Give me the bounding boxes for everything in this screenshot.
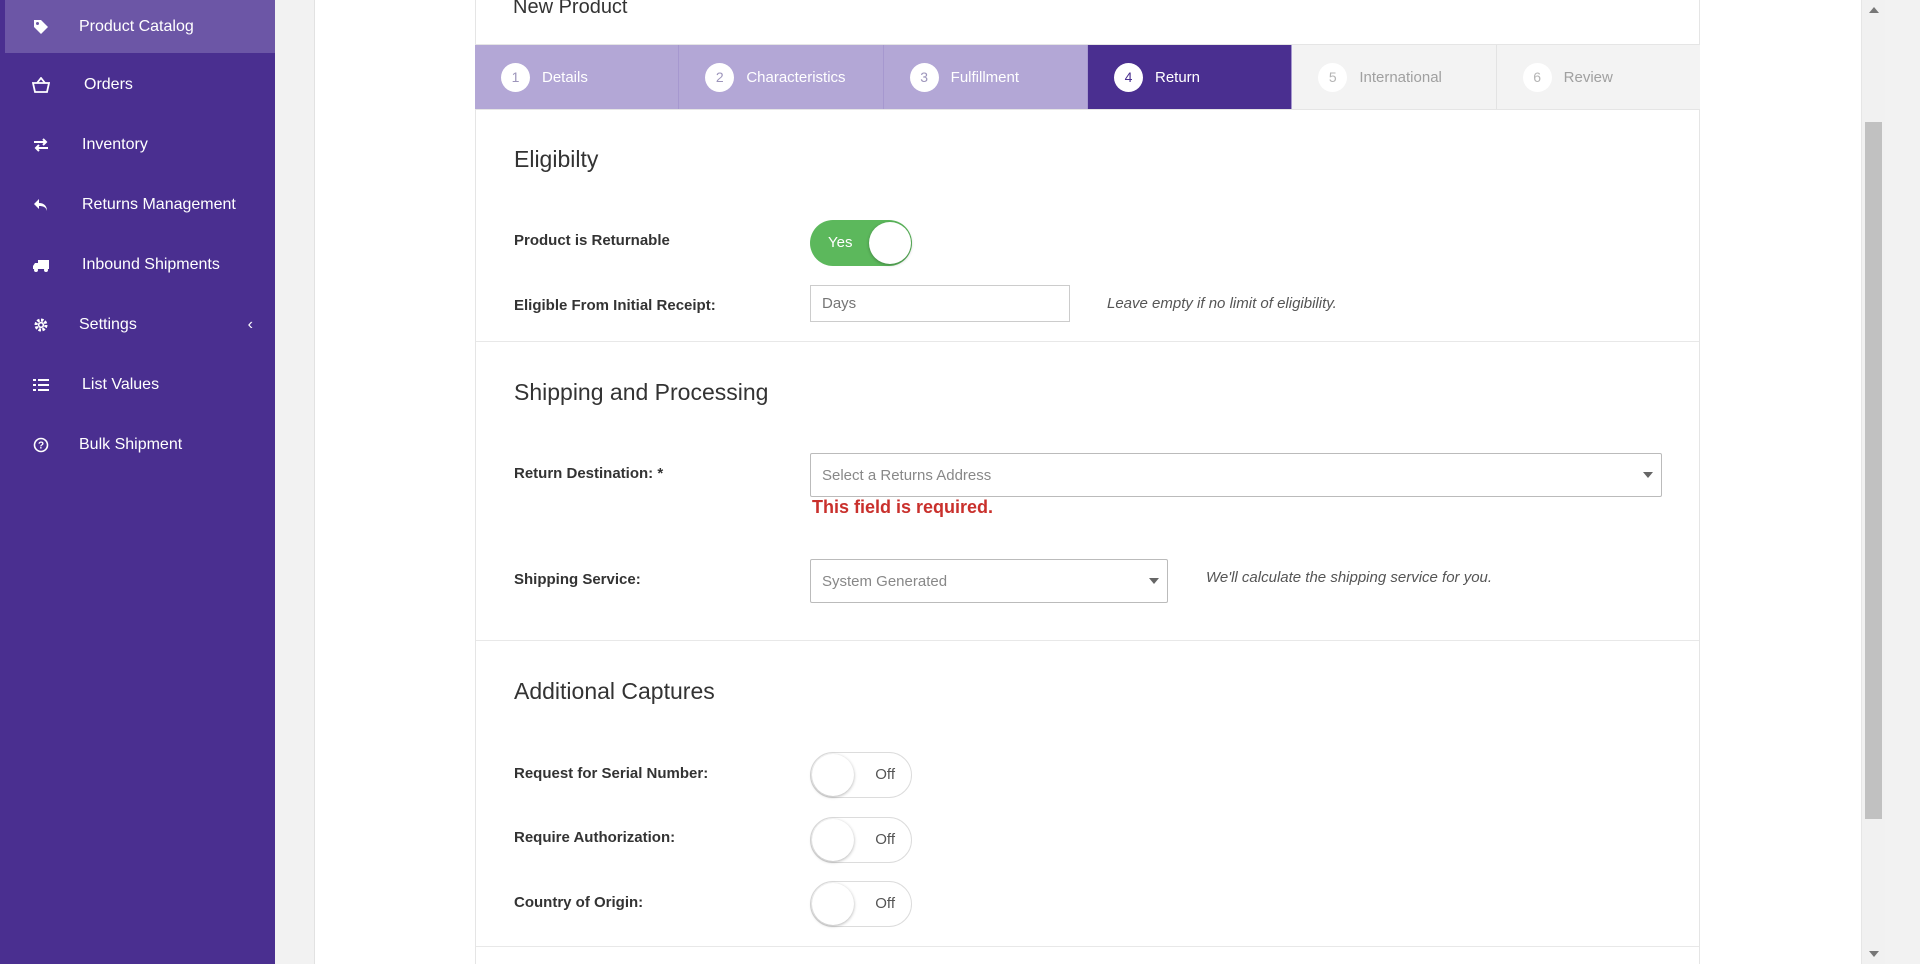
step-label: Details bbox=[542, 68, 588, 86]
select-value: System Generated bbox=[822, 572, 948, 590]
toggle-knob bbox=[869, 222, 911, 264]
toggle-knob bbox=[812, 819, 854, 861]
sidebar-item-settings[interactable]: Settings ‹ bbox=[5, 298, 275, 351]
toggle-text: Off bbox=[875, 766, 895, 783]
sidebar-item-label: Bulk Shipment bbox=[79, 435, 183, 453]
wizard-steps: 1 Details 2 Characteristics 3 Fulfillmen… bbox=[475, 44, 1700, 110]
scrollbar-thumb[interactable] bbox=[1865, 122, 1882, 819]
toggle-knob bbox=[812, 754, 854, 796]
list-icon bbox=[29, 373, 53, 397]
sidebar-item-label: Product Catalog bbox=[79, 17, 194, 35]
basket-icon bbox=[29, 73, 53, 97]
eligible-help-text: Leave empty if no limit of eligibility. bbox=[1107, 295, 1337, 312]
step-number: 6 bbox=[1522, 62, 1552, 92]
step-number: 3 bbox=[909, 62, 939, 92]
sidebar: Product Catalog Orders Inventory Returns… bbox=[0, 0, 275, 964]
select-placeholder: Select a Returns Address bbox=[822, 466, 992, 484]
sidebar-item-orders[interactable]: Orders bbox=[5, 58, 275, 111]
sidebar-item-label: Settings bbox=[79, 315, 137, 333]
serial-number-toggle[interactable]: Off bbox=[810, 752, 912, 798]
toggle-text: Yes bbox=[828, 234, 853, 251]
caret-down-icon bbox=[1643, 472, 1653, 478]
right-margin bbox=[1885, 0, 1920, 964]
section-title-captures: Additional Captures bbox=[514, 678, 715, 704]
vertical-scrollbar[interactable] bbox=[1861, 0, 1885, 964]
divider bbox=[476, 946, 1699, 947]
sidebar-item-label: Inventory bbox=[82, 135, 148, 153]
shipping-service-select[interactable]: System Generated bbox=[810, 559, 1168, 603]
require-authorization-toggle[interactable]: Off bbox=[810, 817, 912, 863]
shipping-service-label: Shipping Service: bbox=[514, 571, 641, 588]
step-label: Return bbox=[1154, 68, 1201, 86]
section-title-shipping: Shipping and Processing bbox=[514, 379, 769, 405]
sidebar-item-inventory[interactable]: Inventory bbox=[5, 118, 275, 171]
sidebar-item-list-values[interactable]: List Values bbox=[5, 358, 275, 411]
country-of-origin-toggle[interactable]: Off bbox=[810, 881, 912, 927]
sidebar-item-label: Orders bbox=[84, 75, 133, 93]
country-of-origin-label: Country of Origin: bbox=[514, 894, 644, 911]
scroll-down-icon[interactable] bbox=[1869, 951, 1879, 957]
returnable-label: Product is Returnable bbox=[514, 232, 670, 249]
step-fulfillment[interactable]: 3 Fulfillment bbox=[883, 45, 1088, 109]
step-number: 5 bbox=[1318, 62, 1348, 92]
sidebar-item-label: Returns Management bbox=[82, 195, 236, 213]
scroll-up-icon[interactable] bbox=[1869, 7, 1879, 13]
page-title: New Product bbox=[513, 0, 628, 18]
svg-text:?: ? bbox=[38, 440, 44, 451]
step-details[interactable]: 1 Details bbox=[475, 45, 680, 109]
truck-icon bbox=[29, 253, 53, 277]
toggle-text: Off bbox=[875, 895, 895, 912]
sidebar-item-returns-management[interactable]: Returns Management bbox=[5, 178, 275, 231]
step-international[interactable]: 5 International bbox=[1292, 45, 1497, 109]
step-number: 1 bbox=[501, 62, 530, 92]
step-label: Characteristics bbox=[746, 68, 846, 86]
step-review[interactable]: 6 Review bbox=[1496, 45, 1700, 109]
step-number: 4 bbox=[1113, 62, 1143, 92]
caret-down-icon bbox=[1149, 578, 1159, 584]
toggle-text: Off bbox=[875, 831, 895, 848]
sidebar-item-inbound-shipments[interactable]: Inbound Shipments bbox=[5, 238, 275, 291]
step-characteristics[interactable]: 2 Characteristics bbox=[679, 45, 884, 109]
returnable-toggle[interactable]: Yes bbox=[810, 220, 912, 266]
step-return[interactable]: 4 Return bbox=[1087, 45, 1293, 109]
eligible-days-input[interactable] bbox=[810, 285, 1070, 322]
step-label: International bbox=[1359, 68, 1442, 86]
gear-icon bbox=[29, 313, 53, 337]
exchange-icon bbox=[29, 133, 53, 157]
step-label: Fulfillment bbox=[950, 68, 1020, 86]
divider bbox=[476, 341, 1699, 342]
reply-icon bbox=[29, 193, 53, 217]
question-circle-icon: ? bbox=[29, 433, 53, 457]
section-title-eligibility: Eligibilty bbox=[514, 146, 599, 172]
toggle-knob bbox=[812, 883, 854, 925]
sidebar-item-label: List Values bbox=[82, 375, 160, 393]
step-label: Review bbox=[1563, 68, 1613, 86]
tag-icon bbox=[29, 15, 53, 39]
chevron-left-icon: ‹ bbox=[247, 315, 253, 333]
eligible-from-label: Eligible From Initial Receipt: bbox=[514, 297, 716, 314]
return-destination-select[interactable]: Select a Returns Address bbox=[810, 453, 1662, 497]
sidebar-item-product-catalog[interactable]: Product Catalog bbox=[5, 0, 275, 53]
sidebar-item-bulk-shipment[interactable]: ? Bulk Shipment bbox=[5, 418, 275, 471]
divider bbox=[476, 640, 1699, 641]
sidebar-item-label: Inbound Shipments bbox=[82, 255, 220, 273]
step-number: 2 bbox=[705, 62, 735, 92]
shipping-help-text: We'll calculate the shipping service for… bbox=[1206, 569, 1493, 586]
serial-number-label: Request for Serial Number: bbox=[514, 765, 709, 782]
require-authorization-label: Require Authorization: bbox=[514, 829, 676, 846]
return-destination-label: Return Destination: * bbox=[514, 465, 664, 482]
error-message: This field is required. bbox=[812, 497, 994, 517]
